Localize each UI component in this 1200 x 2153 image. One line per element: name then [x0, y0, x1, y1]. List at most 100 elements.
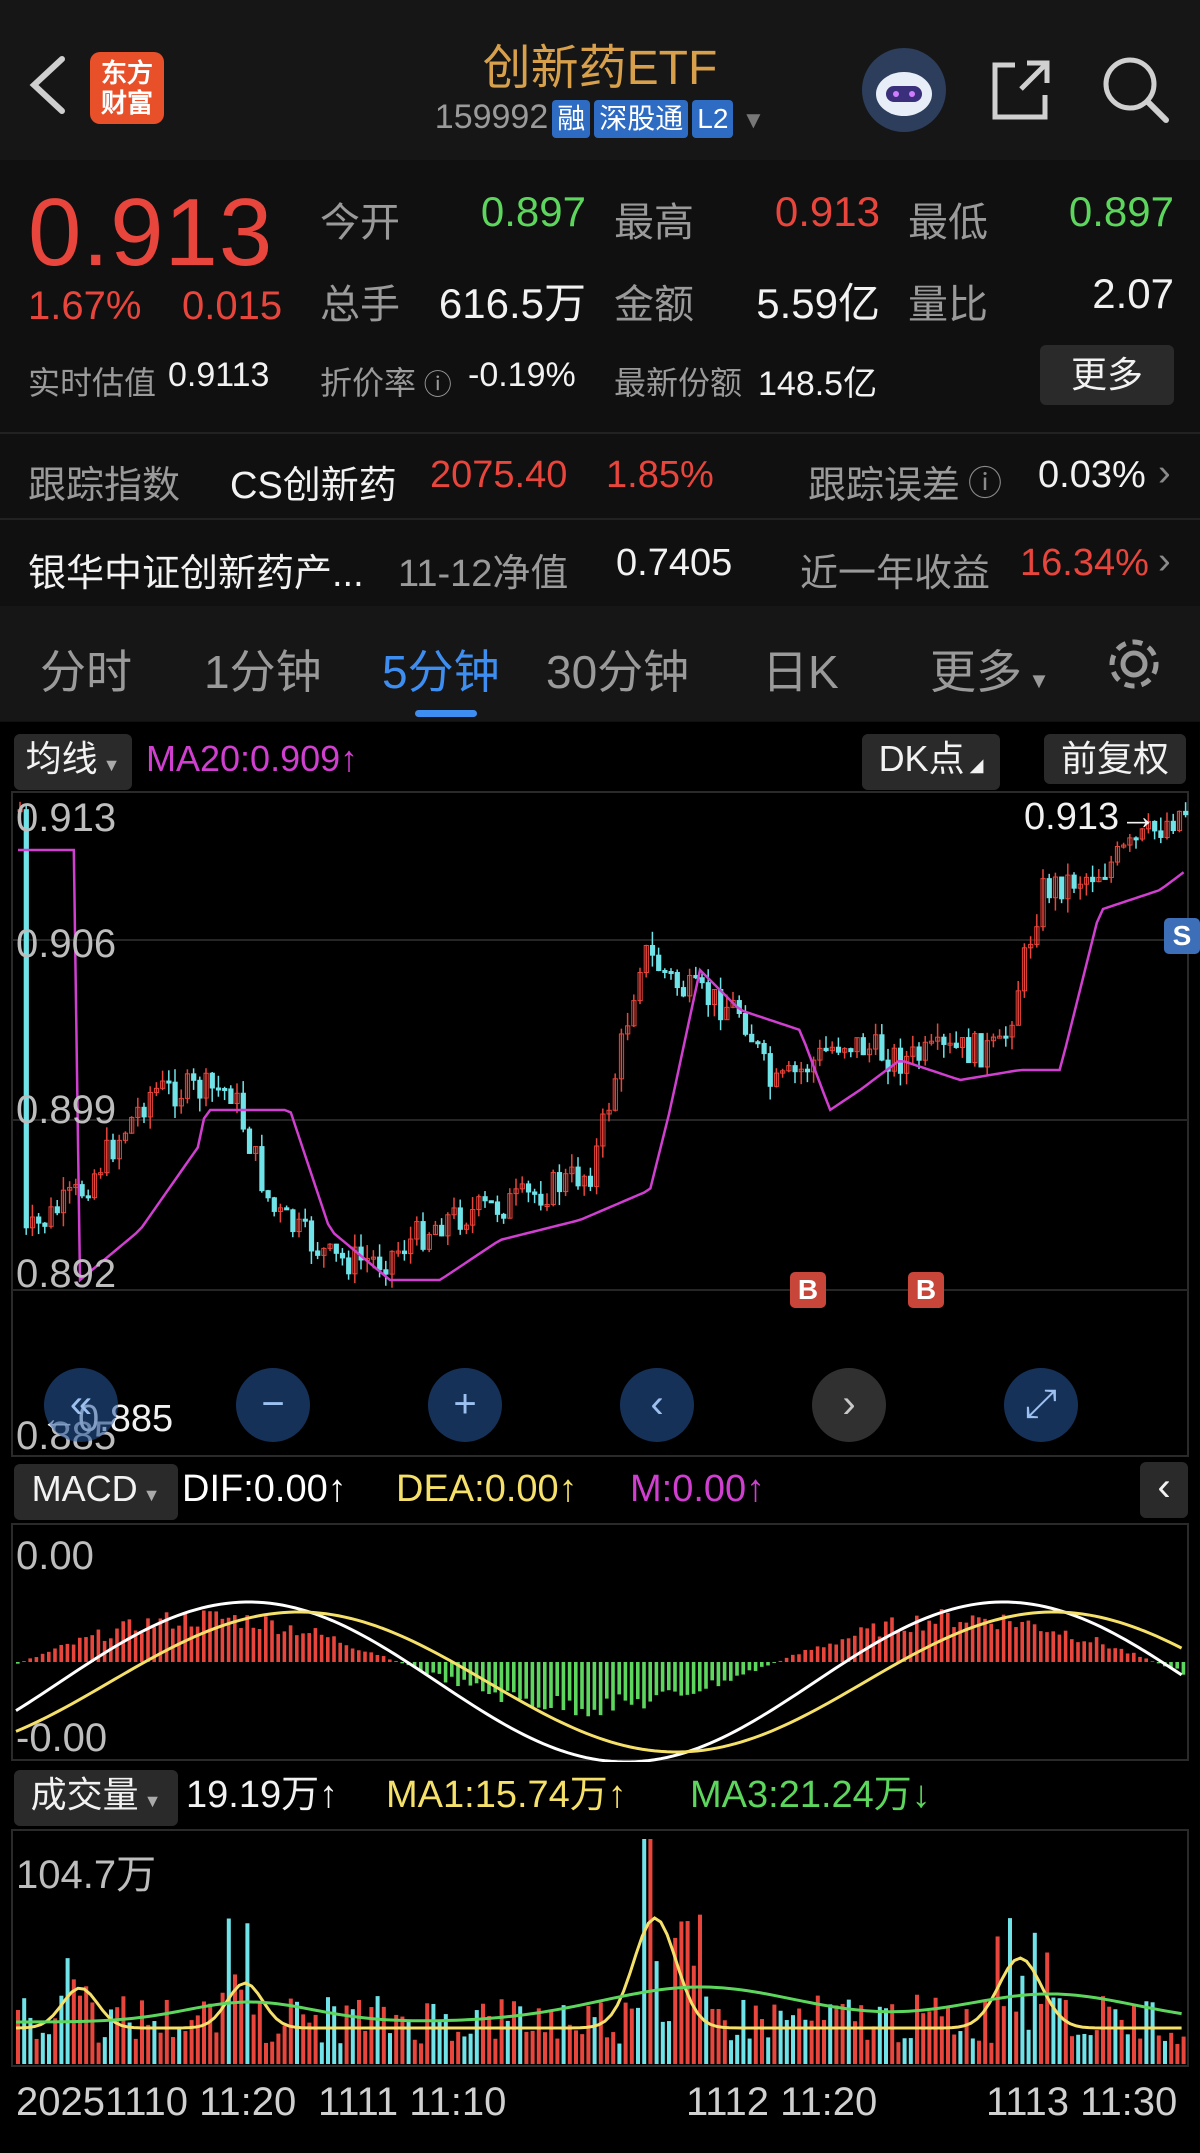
candlestick-chart[interactable] — [0, 790, 1200, 1460]
chevron-left-icon: ‹ — [1157, 1465, 1171, 1509]
stock-code-line[interactable]: 159992 融深股通 L2 ▼ — [300, 98, 900, 138]
app-logo: 东方财富 — [90, 52, 164, 124]
macd-bar — [1138, 1656, 1142, 1662]
search-button[interactable] — [1098, 52, 1172, 126]
volume-bar — [115, 2007, 120, 2064]
tab-intraday[interactable]: 分时 — [40, 636, 132, 702]
volume-bar — [251, 2014, 256, 2064]
volume-bar — [753, 2005, 758, 2064]
macd-bar — [1125, 1653, 1130, 1662]
macd-bar — [741, 1662, 745, 1675]
assistant-robot-icon[interactable] — [862, 48, 946, 132]
volume-bar — [412, 2039, 417, 2064]
volume-bar — [158, 2032, 163, 2064]
back-button[interactable] — [20, 45, 80, 125]
volume-bar — [896, 2042, 901, 2064]
caret-down-icon: ▼ — [97, 755, 121, 775]
candle — [860, 1037, 866, 1056]
macd-histogram — [16, 1609, 1186, 1717]
volume-bar — [1032, 1932, 1037, 2064]
volume-bar — [301, 2014, 306, 2064]
volume-bar — [1138, 2038, 1143, 2064]
volume-bar — [22, 1998, 27, 2064]
volume-bar — [1125, 2034, 1130, 2064]
volume-bar — [741, 1999, 746, 2064]
macd-bar — [295, 1635, 299, 1662]
volume-bar — [487, 2015, 492, 2064]
adjust-button[interactable]: 前复权 — [1044, 734, 1186, 784]
search-icon — [1103, 57, 1169, 123]
macd-bar — [1020, 1621, 1024, 1662]
macd-bar — [729, 1662, 733, 1681]
candle — [42, 1222, 48, 1227]
buy-marker[interactable]: B — [908, 1272, 944, 1308]
volume-bar — [617, 2043, 622, 2064]
volume-bar — [171, 2037, 175, 2064]
macd-bar — [747, 1662, 752, 1671]
period-tabs: 分时 1分钟 5分钟 30分钟 日K 更多 ▼ — [0, 606, 1200, 721]
volume-bar — [958, 2031, 963, 2064]
volume-bar — [772, 2004, 777, 2064]
more-quote-button[interactable]: 更多 — [1040, 345, 1174, 405]
macd-bar — [1094, 1637, 1099, 1662]
volume-bar — [735, 2034, 740, 2064]
buy-marker[interactable]: B — [790, 1272, 826, 1308]
macd-bar — [1063, 1630, 1068, 1662]
tab-daily[interactable]: 日K — [762, 636, 839, 702]
volume-bar — [623, 2002, 628, 2064]
sell-marker[interactable]: S — [1164, 918, 1200, 954]
discount-label[interactable]: 折价率 ⓘ — [320, 358, 452, 404]
tab-5min[interactable]: 5分钟 — [382, 636, 500, 702]
zoom-out-button[interactable]: − — [236, 1368, 310, 1442]
macd-bar — [561, 1662, 566, 1711]
discount-label-text: 折价率 — [320, 365, 417, 401]
zoom-in-button[interactable]: + — [428, 1368, 502, 1442]
fund-info-row[interactable]: 银华中证创新药产... 11-12净值 0.7405 近一年收益 16.34% … — [0, 520, 1200, 606]
volume-bar — [977, 2040, 981, 2064]
macd-bar — [791, 1654, 795, 1662]
settings-button[interactable] — [1104, 634, 1164, 699]
amount-value: 5.59亿 — [756, 280, 880, 327]
volume-bar — [1014, 2011, 1019, 2064]
scroll-left-button[interactable]: ‹ — [620, 1368, 694, 1442]
macd-chart[interactable] — [0, 1522, 1200, 1762]
tracking-label: 跟踪指数 — [28, 465, 181, 507]
macd-bar — [654, 1662, 659, 1696]
tab-1min[interactable]: 1分钟 — [204, 636, 322, 702]
volume-selector[interactable]: 成交量 ▼ — [14, 1770, 178, 1826]
volume-chart[interactable] — [0, 1828, 1200, 2068]
macd-bar — [828, 1643, 832, 1662]
candle — [879, 1034, 885, 1061]
volume-bar — [840, 2004, 845, 2064]
macd-bar — [307, 1633, 311, 1662]
macd-bar — [698, 1662, 702, 1692]
discount-value: -0.19% — [468, 356, 576, 394]
tracking-index-row[interactable]: 跟踪指数 CS创新药 2075.40 1.85% 跟踪误差 ⓘ 0.03% › — [0, 434, 1200, 518]
macd-bar — [251, 1627, 256, 1662]
candle — [674, 972, 680, 989]
macd-bar — [710, 1662, 714, 1681]
help-icon[interactable]: ⓘ — [968, 456, 1002, 505]
macd-bar — [1008, 1621, 1012, 1662]
macd-bar — [195, 1626, 200, 1662]
macd-bar — [536, 1662, 541, 1708]
share-button[interactable] — [985, 55, 1055, 125]
tab-30min[interactable]: 30分钟 — [546, 636, 689, 702]
candle — [79, 1184, 85, 1197]
volume-bar — [264, 2042, 268, 2064]
x-label: 1112 11:20 — [686, 2080, 878, 2124]
volume-bar — [208, 2003, 213, 2064]
dk-point-button[interactable]: DK点 ◢ — [862, 734, 1000, 790]
macd-bar — [1150, 1661, 1155, 1662]
macd-bar — [301, 1633, 305, 1662]
candle — [197, 1079, 203, 1099]
tab-more[interactable]: 更多 ▼ — [930, 636, 1050, 702]
macd-selector[interactable]: MACD ▼ — [14, 1464, 178, 1520]
volume-bar — [1026, 2029, 1031, 2064]
scroll-right-button[interactable]: › — [812, 1368, 886, 1442]
fullscreen-button[interactable]: ⤢ — [1004, 1368, 1078, 1442]
collapse-panel-button[interactable]: ‹ — [1140, 1462, 1188, 1518]
ma-selector[interactable]: 均线 ▼ — [14, 734, 132, 790]
macd-bar — [567, 1662, 572, 1701]
scroll-left-fast-button[interactable]: « — [44, 1368, 118, 1442]
